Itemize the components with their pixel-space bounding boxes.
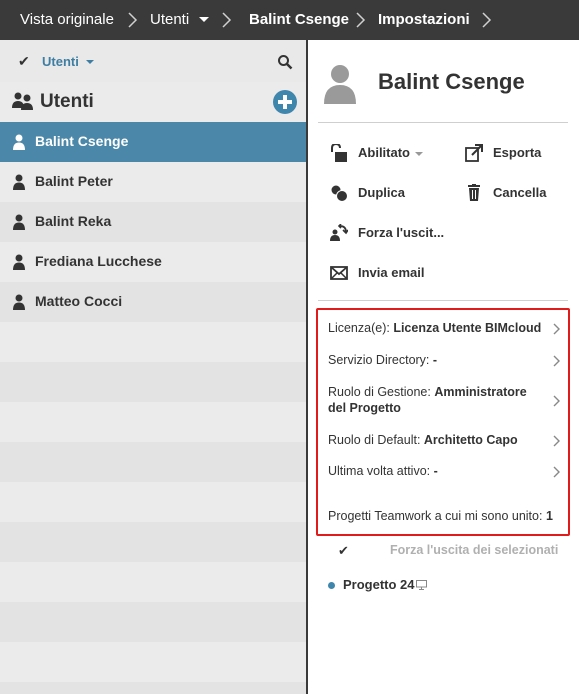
filter-dropdown[interactable]: Utenti bbox=[42, 54, 79, 69]
list-item[interactable]: Balint Csenge bbox=[0, 122, 306, 162]
property-progetti-teamwork: Progetti Teamwork a cui mi sono unito: 1 bbox=[328, 509, 553, 523]
list-item[interactable]: Frediana Lucchese bbox=[0, 242, 306, 282]
monitor-icon bbox=[416, 580, 427, 590]
export-icon bbox=[465, 144, 483, 162]
trash-icon bbox=[468, 184, 480, 201]
profile-name: Balint Csenge bbox=[378, 69, 525, 94]
users-icon bbox=[12, 92, 33, 110]
cancella-button[interactable]: Cancella bbox=[465, 182, 555, 204]
user-name: Balint Csenge bbox=[35, 133, 129, 149]
avatar bbox=[324, 65, 356, 104]
chevron-right-icon bbox=[553, 435, 560, 447]
email-icon bbox=[330, 266, 348, 280]
breadcrumb-item-user[interactable]: Balint Csenge bbox=[249, 11, 349, 28]
list-stripe bbox=[0, 442, 306, 482]
add-user-button[interactable] bbox=[273, 90, 297, 114]
list-item[interactable]: Matteo Cocci bbox=[0, 282, 306, 322]
property-ruolo-default[interactable]: Ruolo di Default: Architetto Capo bbox=[328, 432, 560, 448]
chevron-right-icon bbox=[553, 395, 560, 407]
filter-bar: ✔ Utenti bbox=[0, 40, 306, 82]
user-icon bbox=[13, 134, 25, 150]
force-leave-selected-button[interactable]: Forza l'uscita dei selezionati bbox=[390, 543, 558, 557]
user-icon bbox=[13, 294, 25, 310]
unlock-icon bbox=[331, 144, 347, 162]
check-icon[interactable]: ✔ bbox=[338, 543, 349, 559]
divider bbox=[318, 122, 568, 123]
user-properties: Licenza(e): Licenza Utente BIMcloud Serv… bbox=[316, 308, 570, 536]
list-item[interactable]: Balint Reka bbox=[0, 202, 306, 242]
list-stripe bbox=[0, 682, 306, 694]
breadcrumb-item-impostazioni[interactable]: Impostazioni bbox=[378, 11, 470, 28]
chevron-right-icon bbox=[553, 323, 560, 335]
page-title: Utenti bbox=[40, 91, 94, 112]
chevron-down-icon[interactable] bbox=[86, 60, 94, 64]
list-stripe bbox=[0, 522, 306, 562]
project-name: Progetto 24 bbox=[343, 577, 415, 592]
invia-email-button[interactable]: Invia email bbox=[330, 262, 460, 284]
list-stripe bbox=[0, 602, 306, 642]
divider bbox=[318, 300, 568, 301]
project-item[interactable]: Progetto 24 bbox=[308, 576, 579, 596]
user-icon bbox=[13, 174, 25, 190]
user-icon bbox=[13, 214, 25, 230]
esporta-button[interactable]: Esporta bbox=[465, 142, 555, 164]
user-name: Frediana Lucchese bbox=[35, 253, 162, 269]
search-icon[interactable] bbox=[277, 54, 293, 70]
status-dot bbox=[328, 582, 335, 589]
users-panel: ✔ Utenti Utenti Balint Csenge Balint Pet… bbox=[0, 40, 306, 694]
user-name: Balint Reka bbox=[35, 213, 112, 229]
property-ruolo-gestione[interactable]: Ruolo di Gestione: Amministratore del Pr… bbox=[328, 384, 560, 416]
list-stripe bbox=[0, 362, 306, 402]
property-licenza[interactable]: Licenza(e): Licenza Utente BIMcloud bbox=[328, 320, 560, 336]
chevron-right-icon bbox=[553, 466, 560, 478]
breadcrumb: Vista originale Utenti Balint Csenge Imp… bbox=[0, 0, 579, 40]
chevron-right-icon bbox=[356, 12, 366, 28]
chevron-right-icon bbox=[128, 12, 138, 28]
chevron-right-icon bbox=[482, 12, 492, 28]
user-details-panel: Balint Csenge Abilitato Esporta Duplica bbox=[308, 40, 579, 694]
chevron-down-icon[interactable] bbox=[199, 17, 209, 22]
property-ultima-volta-attivo[interactable]: Ultima volta attivo: - bbox=[328, 463, 560, 479]
user-name: Matteo Cocci bbox=[35, 293, 123, 309]
force-leave-selected-row: ✔ Forza l'uscita dei selezionati bbox=[308, 540, 579, 562]
user-name: Balint Peter bbox=[35, 173, 113, 189]
force-leave-icon bbox=[330, 224, 348, 241]
duplica-button[interactable]: Duplica bbox=[330, 182, 440, 204]
breadcrumb-item-vista-originale[interactable]: Vista originale bbox=[20, 11, 114, 28]
abilitato-dropdown[interactable]: Abilitato bbox=[330, 142, 440, 164]
list-item[interactable]: Balint Peter bbox=[0, 162, 306, 202]
user-icon bbox=[13, 254, 25, 270]
forza-uscita-button[interactable]: Forza l'uscit... bbox=[330, 222, 460, 244]
property-servizio-directory[interactable]: Servizio Directory: - bbox=[328, 352, 560, 368]
chevron-right-icon bbox=[222, 12, 232, 28]
chevron-down-icon bbox=[415, 152, 423, 156]
breadcrumb-item-utenti[interactable]: Utenti bbox=[150, 11, 189, 28]
chevron-right-icon bbox=[553, 355, 560, 367]
check-icon: ✔ bbox=[18, 53, 30, 69]
users-header: Utenti bbox=[0, 82, 306, 122]
duplicate-icon bbox=[331, 185, 348, 202]
